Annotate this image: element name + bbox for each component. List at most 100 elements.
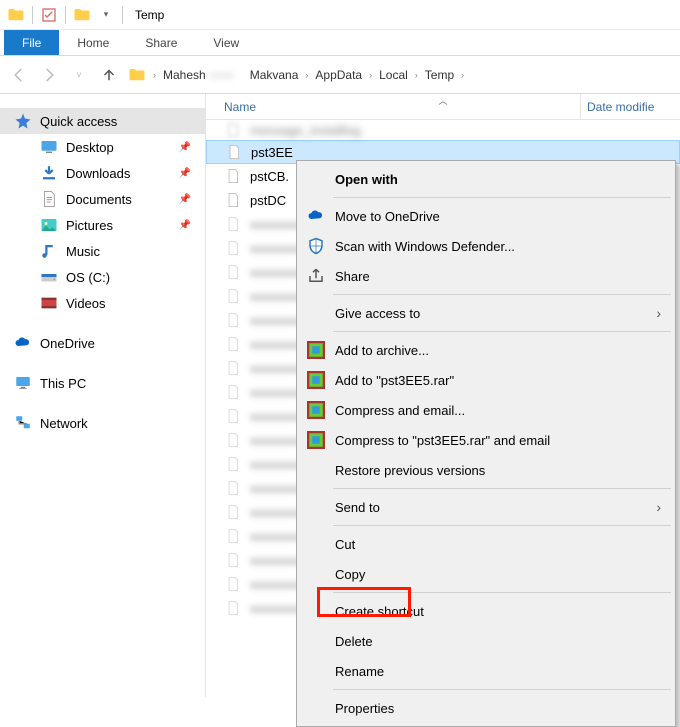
nav-recent-dropdown-icon[interactable]: ˅ [68,64,90,86]
breadcrumb-blur: xxxx [210,68,246,82]
file-name-blurred: xxxxxxxx [250,289,302,304]
context-menu: Open with Move to OneDrive Scan with Win… [296,160,676,727]
sidebar-network[interactable]: Network [0,410,205,436]
file-name-blurred: xxxxxxxx [250,601,302,616]
ctx-onedrive[interactable]: Move to OneDrive [299,201,673,231]
file-icon [225,143,243,161]
ribbon-tab-view[interactable]: View [195,30,257,55]
file-name-blurred: xxxxxxxx [250,529,302,544]
sidebar-item-drive[interactable]: OS (C:) [0,264,205,290]
ctx-create-shortcut[interactable]: Create shortcut [299,596,673,626]
sidebar-label: Documents [66,192,132,207]
ribbon-tab-share[interactable]: Share [127,30,195,55]
sidebar-item-videos[interactable]: Videos [0,290,205,316]
file-name-blurred: xxxxxxxx [250,433,302,448]
breadcrumb-item[interactable]: Mahesh [163,68,206,82]
file-name-blurred: xxxxxxxx [250,265,302,280]
dropdown-icon[interactable]: ▾ [96,5,116,25]
file-icon [224,551,242,569]
nav-up-button[interactable] [98,64,120,86]
chevron-right-icon[interactable]: › [461,70,464,80]
onedrive-icon [305,205,327,227]
ctx-compress-email[interactable]: Compress and email... [299,395,673,425]
sidebar-item-pictures[interactable]: Pictures 📌 [0,212,205,238]
ctx-add-archive[interactable]: Add to archive... [299,335,673,365]
file-name-blurred: xxxxxxxx [250,457,302,472]
file-icon [224,455,242,473]
sidebar-thispc[interactable]: This PC [0,370,205,396]
file-icon [224,335,242,353]
file-icon [224,575,242,593]
separator [32,6,33,24]
breadcrumb-item[interactable]: Local [379,68,408,82]
breadcrumb-item[interactable]: AppData [315,68,362,82]
sidebar-label: OneDrive [40,336,95,351]
ctx-restore[interactable]: Restore previous versions [299,455,673,485]
sidebar-item-music[interactable]: Music [0,238,205,264]
videos-icon [40,294,58,312]
separator [333,525,671,526]
properties-quick-icon[interactable] [39,5,59,25]
column-date[interactable]: Date modifie [580,94,680,119]
pin-icon: 📌 [179,220,191,231]
sidebar-onedrive[interactable]: OneDrive [0,330,205,356]
separator [333,689,671,690]
ctx-open-with[interactable]: Open with [299,164,673,194]
file-name-blurred: xxxxxxxx [250,385,302,400]
file-icon [224,311,242,329]
chevron-right-icon[interactable]: › [369,70,372,80]
thispc-icon [14,374,32,392]
file-icon [224,263,242,281]
sidebar-item-documents[interactable]: Documents 📌 [0,186,205,212]
ctx-add-to-rar[interactable]: Add to "pst3EE5.rar" [299,365,673,395]
nav-forward-button[interactable] [38,64,60,86]
file-icon [224,191,242,209]
ctx-properties[interactable]: Properties [299,693,673,723]
ribbon-tab-home[interactable]: Home [59,30,127,55]
ctx-send-to[interactable]: Send to › [299,492,673,522]
breadcrumb-item[interactable]: Temp [425,68,454,82]
file-icon [224,215,242,233]
separator [122,6,123,24]
ctx-compress-to-rar[interactable]: Compress to "pst3EE5.rar" and email [299,425,673,455]
ctx-delete[interactable]: Delete [299,626,673,656]
chevron-right-icon[interactable]: › [305,70,308,80]
folder-icon [128,66,146,84]
sidebar-label: Music [66,244,100,259]
file-row[interactable]: message_installlog [206,120,680,140]
file-icon [224,599,242,617]
network-icon [14,414,32,432]
sidebar-item-desktop[interactable]: Desktop 📌 [0,134,205,160]
sidebar-label: This PC [40,376,86,391]
separator [333,488,671,489]
scroll-up-hint-icon[interactable]: ︿ [438,94,447,107]
chevron-right-icon[interactable]: › [153,70,156,80]
sidebar-item-downloads[interactable]: Downloads 📌 [0,160,205,186]
ctx-copy[interactable]: Copy [299,559,673,589]
file-name-blurred: xxxxxxxx [250,337,302,352]
file-name-blurred: xxxxxxxx [250,553,302,568]
file-icon [224,527,242,545]
star-icon [14,112,32,130]
ctx-share[interactable]: Share [299,261,673,291]
separator [333,294,671,295]
music-icon [40,242,58,260]
chevron-right-icon: › [656,499,661,515]
breadcrumb-item[interactable]: Makvana [250,68,299,82]
winrar-icon [305,399,327,421]
ribbon-file-tab[interactable]: File [4,30,59,55]
breadcrumb[interactable]: › Mahesh xxxx Makvana › AppData › Local … [128,63,672,87]
file-name: message_installlog [250,123,361,138]
nav-back-button[interactable] [8,64,30,86]
chevron-right-icon[interactable]: › [415,70,418,80]
ctx-give-access[interactable]: Give access to › [299,298,673,328]
column-name[interactable]: Name [206,100,580,114]
ctx-defender[interactable]: Scan with Windows Defender... [299,231,673,261]
ctx-cut[interactable]: Cut [299,529,673,559]
folder-icon [72,5,92,25]
file-name-blurred: xxxxxxxx [250,505,302,520]
sidebar-quick-access[interactable]: Quick access [0,108,205,134]
ctx-rename[interactable]: Rename [299,656,673,686]
file-name-blurred: xxxxxxxx [250,577,302,592]
chevron-right-icon: › [656,305,661,321]
